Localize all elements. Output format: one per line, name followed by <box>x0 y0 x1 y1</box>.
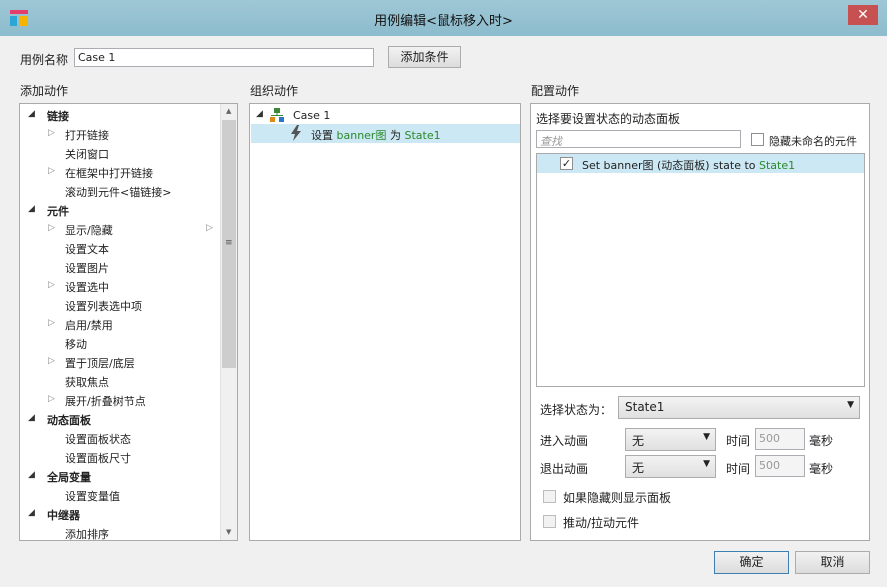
scroll-up-icon[interactable]: ▲ <box>226 107 231 115</box>
scrollbar-thumb[interactable]: ≡ <box>222 120 236 368</box>
action-close-window[interactable]: 关闭窗口 <box>65 146 109 162</box>
show-if-hidden-label: 如果隐藏则显示面板 <box>563 491 672 505</box>
action-set-panel-size[interactable]: 设置面板尺寸 <box>65 450 131 466</box>
expand-arrow-icon[interactable]: ▷ <box>48 128 55 138</box>
action-set-variable[interactable]: 设置变量值 <box>65 488 120 504</box>
case-node[interactable]: Case 1 <box>293 109 330 122</box>
configure-actions-panel: 选择要设置状态的动态面板 查找 隐藏未命名的元件 ✓ Set banner图 (… <box>530 103 870 541</box>
action-set-list-selection[interactable]: 设置列表选中项 <box>65 298 142 314</box>
organize-actions-panel: ◢ Case 1 设置 banner图 为 State1 <box>249 103 521 541</box>
exit-animation-label: 退出动画 <box>540 462 589 476</box>
action-open-in-frame[interactable]: 在框架中打开链接 <box>65 165 153 181</box>
add-action-header: 添加动作 <box>20 84 69 98</box>
panel-item-checkbox[interactable]: ✓ <box>560 157 573 170</box>
action-bring-front-back[interactable]: 置于顶层/底层 <box>65 355 135 371</box>
panel-select-title: 选择要设置状态的动态面板 <box>536 112 681 126</box>
action-mid: 为 <box>389 129 401 142</box>
action-add-sort[interactable]: 添加排序 <box>65 526 109 540</box>
expand-arrow-icon[interactable]: ▷ <box>48 356 55 366</box>
lightning-icon <box>291 125 301 141</box>
exit-time-input[interactable]: 500 <box>755 455 805 477</box>
organize-action-header: 组织动作 <box>250 84 299 98</box>
action-open-link[interactable]: 打开链接 <box>65 127 109 143</box>
panel-item-state: State1 <box>759 159 796 172</box>
action-set-text[interactable]: 设置文本 <box>65 241 109 257</box>
scrollbar[interactable]: ▲ ≡ ▼ <box>220 104 237 540</box>
exit-animation-value: 无 <box>632 461 645 475</box>
push-pull-label: 推动/拉动元件 <box>563 516 640 530</box>
configure-action-header: 配置动作 <box>531 84 580 98</box>
collapse-triangle-icon[interactable]: ◢ <box>28 470 35 480</box>
category-global-variable[interactable]: 全局变量 <box>47 469 91 485</box>
action-set-image[interactable]: 设置图片 <box>65 260 109 276</box>
expand-arrow-icon[interactable]: ▷ <box>48 394 55 404</box>
action-scroll-to-widget[interactable]: 滚动到元件<锚链接> <box>65 184 171 200</box>
action-set-panel-state[interactable]: 设置面板状态 <box>65 431 131 447</box>
collapse-triangle-icon[interactable]: ◢ <box>28 508 35 518</box>
collapse-triangle-icon[interactable]: ◢ <box>256 109 263 119</box>
cancel-button[interactable]: 取消 <box>795 551 870 574</box>
hide-unnamed-checkbox[interactable] <box>751 133 764 146</box>
case-name-input[interactable]: Case 1 <box>74 48 374 67</box>
title-bar: 用例编辑<鼠标移入时> ✕ <box>0 0 887 36</box>
action-move[interactable]: 移动 <box>65 336 87 352</box>
submenu-arrow-icon: ▷ <box>206 223 213 233</box>
exit-animation-dropdown[interactable]: 无 ▼ <box>625 455 716 478</box>
add-action-tree: ◢ 链接 ▷ 打开链接 关闭窗口 ▷ 在框架中打开链接 滚动到元件<锚链接> ◢… <box>19 103 238 541</box>
scroll-down-icon[interactable]: ▼ <box>226 528 231 536</box>
select-state-label: 选择状态为： <box>540 403 613 417</box>
panel-item-label: Set banner图 (动态面板) state to <box>582 159 756 172</box>
expand-arrow-icon[interactable]: ▷ <box>48 280 55 290</box>
panel-list-item[interactable]: ✓ Set banner图 (动态面板) state to State1 <box>537 154 864 173</box>
collapse-triangle-icon[interactable]: ◢ <box>28 413 35 423</box>
search-input[interactable]: 查找 <box>536 130 741 148</box>
organized-action-row[interactable]: 设置 banner图 为 State1 <box>251 124 520 143</box>
enter-animation-dropdown[interactable]: 无 ▼ <box>625 428 716 451</box>
category-widget[interactable]: 元件 <box>47 203 69 219</box>
action-show-hide[interactable]: 显示/隐藏 <box>65 222 113 238</box>
select-state-dropdown[interactable]: State1 ▼ <box>618 396 860 419</box>
category-repeater[interactable]: 中继器 <box>47 507 80 523</box>
action-target: banner图 <box>336 129 387 142</box>
enter-ms-label: 毫秒 <box>809 434 834 448</box>
action-enable-disable[interactable]: 启用/禁用 <box>65 317 113 333</box>
collapse-triangle-icon[interactable]: ◢ <box>28 109 35 119</box>
expand-arrow-icon[interactable]: ▷ <box>48 166 55 176</box>
enter-animation-label: 进入动画 <box>540 434 589 448</box>
action-prefix: 设置 <box>311 129 333 142</box>
ok-button[interactable]: 确定 <box>714 551 789 574</box>
enter-time-label: 时间 <box>726 434 751 448</box>
push-pull-checkbox[interactable] <box>543 515 556 528</box>
window-title: 用例编辑<鼠标移入时> <box>374 14 513 29</box>
chevron-down-icon: ▼ <box>847 400 854 410</box>
chevron-down-icon: ▼ <box>703 459 710 469</box>
action-expand-collapse-tree[interactable]: 展开/折叠树节点 <box>65 393 146 409</box>
action-state: State1 <box>404 129 441 142</box>
show-if-hidden-checkbox[interactable] <box>543 490 556 503</box>
panel-list: ✓ Set banner图 (动态面板) state to State1 <box>536 153 865 387</box>
expand-arrow-icon[interactable]: ▷ <box>48 223 55 233</box>
exit-time-label: 时间 <box>726 462 751 476</box>
expand-arrow-icon[interactable]: ▷ <box>48 318 55 328</box>
collapse-triangle-icon[interactable]: ◢ <box>28 204 35 214</box>
case-tree-icon <box>270 108 284 122</box>
select-state-value: State1 <box>625 400 665 414</box>
chevron-down-icon: ▼ <box>703 432 710 442</box>
category-dynamic-panel[interactable]: 动态面板 <box>47 412 91 428</box>
hide-unnamed-label: 隐藏未命名的元件 <box>769 135 857 148</box>
action-set-selected[interactable]: 设置选中 <box>65 279 109 295</box>
action-focus[interactable]: 获取焦点 <box>65 374 109 390</box>
enter-time-input[interactable]: 500 <box>755 428 805 450</box>
enter-animation-value: 无 <box>632 434 645 448</box>
grip-icon: ≡ <box>225 238 233 248</box>
exit-ms-label: 毫秒 <box>809 462 834 476</box>
case-name-label: 用例名称 <box>20 53 69 67</box>
close-button[interactable]: ✕ <box>848 5 878 25</box>
category-link[interactable]: 链接 <box>47 108 69 124</box>
add-condition-button[interactable]: 添加条件 <box>388 46 461 68</box>
